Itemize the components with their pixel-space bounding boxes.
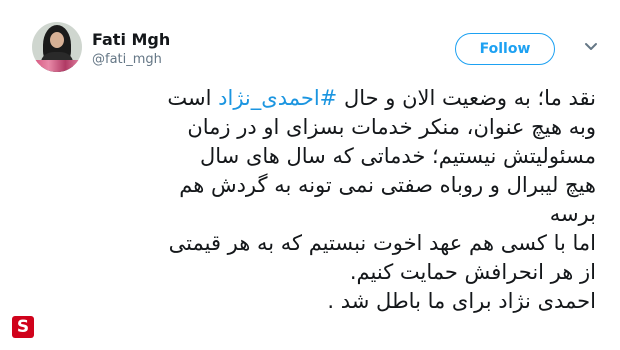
- site-logo-letter: S: [16, 317, 30, 337]
- tweet-line: هیچ لیبرال و روباه صفتی نمی تونه به گردش…: [179, 173, 596, 197]
- tweet-line: احمدی نژاد برای ما باطل شد .: [327, 289, 596, 313]
- follow-button[interactable]: Follow: [455, 33, 555, 65]
- tweet-line: اما با کسی هم عهد اخوت نبستیم که به هر ق…: [168, 231, 596, 255]
- site-logo-icon: S: [12, 316, 34, 338]
- tweet-line: برسه: [549, 202, 596, 226]
- tweet-line1-suffix: است: [167, 86, 219, 110]
- avatar[interactable]: [32, 22, 82, 72]
- tweet-line: از هر انحرافش حمایت کنیم.: [349, 260, 596, 284]
- hashtag-link[interactable]: #احمدی_نژاد: [218, 86, 337, 110]
- chevron-down-icon[interactable]: [583, 38, 599, 54]
- tweet-line: وبه هیچ عنوان، منکر خدمات بسزای او در زم…: [187, 115, 596, 139]
- tweet-line: نقد ما؛ به وضعیت الان و حال #احمدی_نژاد …: [36, 84, 596, 113]
- tweet-line: مسئولیتش نیستیم؛ خدماتی که سال های سال: [200, 144, 596, 168]
- tweet-line1-prefix: نقد ما؛ به وضعیت الان و حال: [337, 86, 596, 110]
- user-handle[interactable]: @fati_mgh: [92, 52, 162, 67]
- user-name[interactable]: Fati Mgh: [92, 30, 170, 49]
- tweet-text: نقد ما؛ به وضعیت الان و حال #احمدی_نژاد …: [36, 84, 596, 316]
